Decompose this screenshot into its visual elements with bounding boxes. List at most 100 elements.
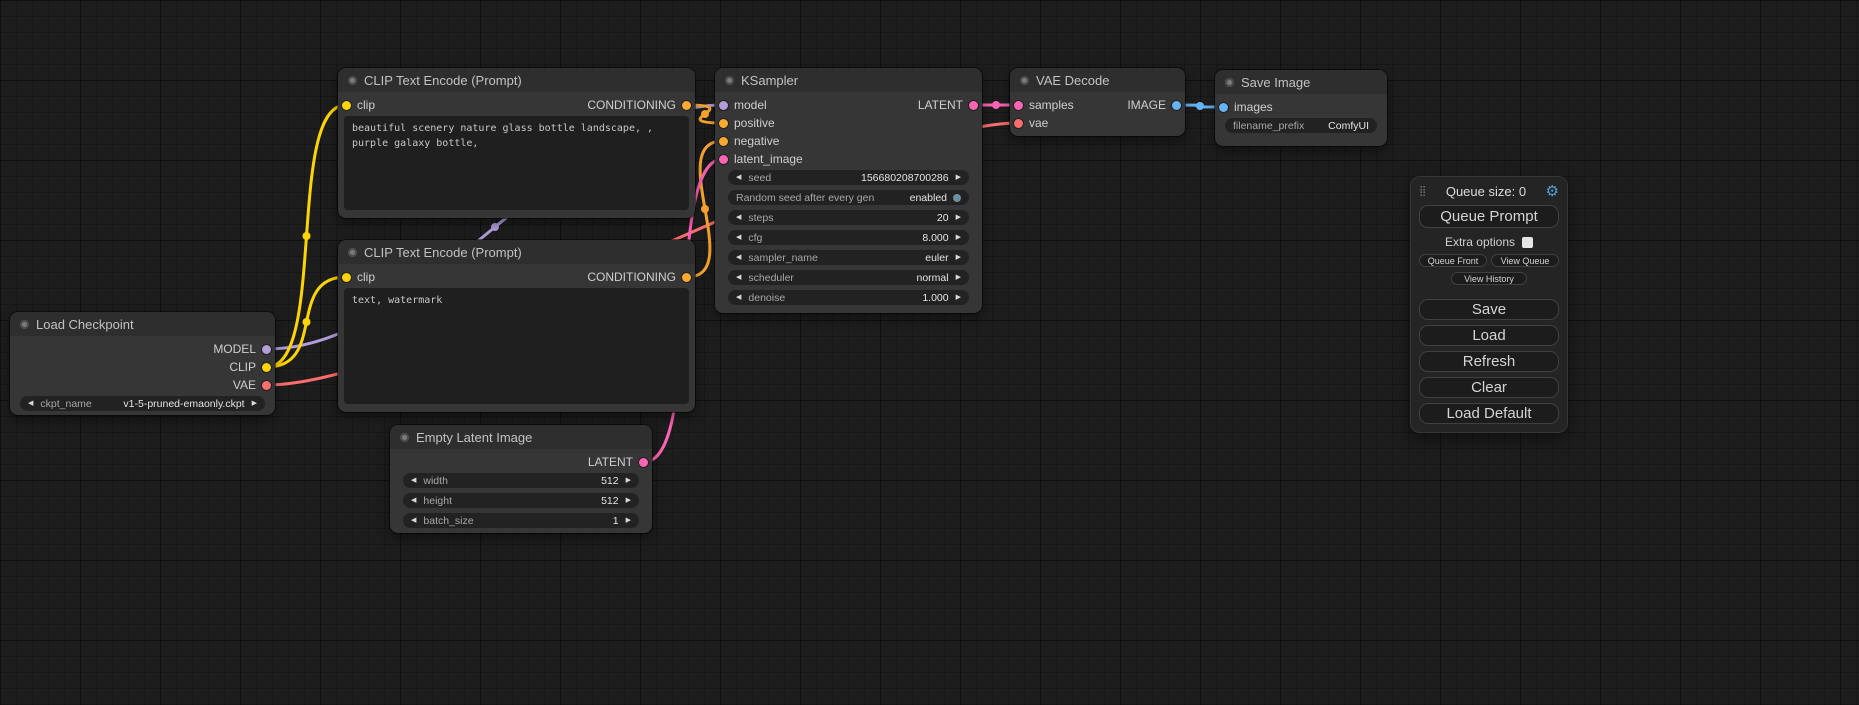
node-empty-latent-image[interactable]: Empty Latent Image LATENT width 512 heig… bbox=[390, 425, 652, 533]
node-title-bar[interactable]: Save Image bbox=[1215, 70, 1387, 94]
increment-arrow-icon[interactable] bbox=[956, 294, 961, 301]
output-slot-conditioning[interactable]: CONDITIONING bbox=[587, 270, 691, 284]
output-slot-image[interactable]: IMAGE bbox=[1127, 98, 1181, 112]
clip-output-dot[interactable] bbox=[262, 363, 271, 372]
positive-input-dot[interactable] bbox=[719, 119, 728, 128]
output-slot-latent[interactable]: LATENT bbox=[390, 453, 652, 471]
ckpt-name-widget[interactable]: ckpt_name v1-5-pruned-emaonly.ckpt bbox=[20, 396, 265, 411]
increment-arrow-icon[interactable] bbox=[956, 254, 961, 261]
increment-arrow-icon[interactable] bbox=[626, 497, 631, 504]
conditioning-output-dot[interactable] bbox=[682, 273, 691, 282]
wire-clip-to-negative-prompt[interactable] bbox=[267, 277, 346, 367]
steps-widget[interactable]: steps 20 bbox=[728, 210, 969, 225]
prompt-textarea[interactable]: beautiful scenery nature glass bottle la… bbox=[344, 116, 689, 210]
vae-input-dot[interactable] bbox=[1014, 119, 1023, 128]
increment-arrow-icon[interactable] bbox=[956, 234, 961, 241]
toggle-dot-icon[interactable] bbox=[953, 194, 961, 202]
input-slot-latent-image[interactable]: latent_image bbox=[715, 150, 982, 168]
node-load-checkpoint[interactable]: Load Checkpoint MODEL CLIP VAE ckpt_name… bbox=[10, 312, 275, 415]
clear-button[interactable]: Clear bbox=[1419, 377, 1559, 398]
output-slot-vae[interactable]: VAE bbox=[10, 376, 275, 394]
queue-front-button[interactable]: Queue Front bbox=[1419, 254, 1487, 267]
refresh-button[interactable]: Refresh bbox=[1419, 351, 1559, 372]
view-queue-button[interactable]: View Queue bbox=[1491, 254, 1559, 267]
input-slot-negative[interactable]: negative bbox=[715, 132, 982, 150]
decrement-arrow-icon[interactable] bbox=[411, 477, 416, 484]
view-history-button[interactable]: View History bbox=[1451, 272, 1527, 285]
model-input-dot[interactable] bbox=[719, 101, 728, 110]
prompt-textarea[interactable]: text, watermark bbox=[344, 288, 689, 404]
latent-output-dot[interactable] bbox=[969, 101, 978, 110]
seed-widget[interactable]: seed 156680208700286 bbox=[728, 170, 969, 185]
increment-arrow-icon[interactable] bbox=[626, 477, 631, 484]
increment-arrow-icon[interactable] bbox=[252, 400, 257, 407]
decrement-arrow-icon[interactable] bbox=[736, 274, 741, 281]
sampler-name-widget[interactable]: sampler_name euler bbox=[728, 250, 969, 265]
wire-clip-to-positive-prompt[interactable] bbox=[267, 105, 346, 367]
input-slot-clip[interactable]: clip bbox=[342, 98, 375, 112]
collapse-dot-icon[interactable] bbox=[20, 320, 29, 329]
node-title-bar[interactable]: CLIP Text Encode (Prompt) bbox=[338, 240, 695, 264]
load-button[interactable]: Load bbox=[1419, 325, 1559, 346]
decrement-arrow-icon[interactable] bbox=[736, 254, 741, 261]
clip-input-dot[interactable] bbox=[342, 273, 351, 282]
node-ksampler[interactable]: KSampler model LATENT positive negative … bbox=[715, 68, 982, 313]
settings-gear-icon[interactable] bbox=[1546, 182, 1559, 200]
input-slot-images[interactable]: images bbox=[1215, 98, 1387, 116]
model-output-dot[interactable] bbox=[262, 345, 271, 354]
collapse-dot-icon[interactable] bbox=[348, 76, 357, 85]
decrement-arrow-icon[interactable] bbox=[411, 517, 416, 524]
node-vae-decode[interactable]: VAE Decode samples IMAGE vae bbox=[1010, 68, 1185, 136]
decrement-arrow-icon[interactable] bbox=[736, 234, 741, 241]
decrement-arrow-icon[interactable] bbox=[28, 400, 33, 407]
input-slot-clip[interactable]: clip bbox=[342, 270, 375, 284]
node-title-bar[interactable]: Empty Latent Image bbox=[390, 425, 652, 449]
latent-image-input-dot[interactable] bbox=[719, 155, 728, 164]
drag-handle-icon[interactable] bbox=[1419, 186, 1426, 197]
input-slot-model[interactable]: model bbox=[719, 98, 767, 112]
increment-arrow-icon[interactable] bbox=[956, 274, 961, 281]
decrement-arrow-icon[interactable] bbox=[736, 214, 741, 221]
increment-arrow-icon[interactable] bbox=[956, 174, 961, 181]
collapse-dot-icon[interactable] bbox=[400, 433, 409, 442]
queue-prompt-button[interactable]: Queue Prompt bbox=[1419, 205, 1559, 228]
scheduler-widget[interactable]: scheduler normal bbox=[728, 270, 969, 285]
input-slot-positive[interactable]: positive bbox=[715, 114, 982, 132]
decrement-arrow-icon[interactable] bbox=[736, 294, 741, 301]
node-title-bar[interactable]: Load Checkpoint bbox=[10, 312, 275, 336]
batch-size-widget[interactable]: batch_size 1 bbox=[403, 513, 639, 528]
comfyui-canvas[interactable]: { "colors": { "model": "#b39ddb", "clip"… bbox=[0, 0, 1859, 705]
collapse-dot-icon[interactable] bbox=[348, 248, 357, 257]
random-seed-toggle-widget[interactable]: Random seed after every gen enabled bbox=[728, 190, 969, 205]
negative-input-dot[interactable] bbox=[719, 137, 728, 146]
node-save-image[interactable]: Save Image images filename_prefix ComfyU… bbox=[1215, 70, 1387, 146]
width-widget[interactable]: width 512 bbox=[403, 473, 639, 488]
output-slot-clip[interactable]: CLIP bbox=[10, 358, 275, 376]
node-title-bar[interactable]: VAE Decode bbox=[1010, 68, 1185, 92]
input-slot-samples[interactable]: samples bbox=[1014, 98, 1074, 112]
load-default-button[interactable]: Load Default bbox=[1419, 403, 1559, 424]
decrement-arrow-icon[interactable] bbox=[736, 174, 741, 181]
conditioning-output-dot[interactable] bbox=[682, 101, 691, 110]
collapse-dot-icon[interactable] bbox=[725, 76, 734, 85]
output-slot-latent[interactable]: LATENT bbox=[918, 98, 978, 112]
collapse-dot-icon[interactable] bbox=[1225, 78, 1234, 87]
cfg-widget[interactable]: cfg 8.000 bbox=[728, 230, 969, 245]
denoise-widget[interactable]: denoise 1.000 bbox=[728, 290, 969, 305]
extra-options-checkbox[interactable] bbox=[1522, 237, 1533, 248]
input-slot-vae[interactable]: vae bbox=[1010, 114, 1185, 132]
samples-input-dot[interactable] bbox=[1014, 101, 1023, 110]
collapse-dot-icon[interactable] bbox=[1020, 76, 1029, 85]
output-slot-model[interactable]: MODEL bbox=[10, 340, 275, 358]
increment-arrow-icon[interactable] bbox=[626, 517, 631, 524]
filename-prefix-widget[interactable]: filename_prefix ComfyUI bbox=[1225, 118, 1377, 133]
node-clip-text-encode-negative[interactable]: CLIP Text Encode (Prompt) clip CONDITION… bbox=[338, 240, 695, 412]
node-title-bar[interactable]: CLIP Text Encode (Prompt) bbox=[338, 68, 695, 92]
height-widget[interactable]: height 512 bbox=[403, 493, 639, 508]
node-clip-text-encode-positive[interactable]: CLIP Text Encode (Prompt) clip CONDITION… bbox=[338, 68, 695, 218]
clip-input-dot[interactable] bbox=[342, 101, 351, 110]
image-output-dot[interactable] bbox=[1172, 101, 1181, 110]
images-input-dot[interactable] bbox=[1219, 103, 1228, 112]
output-slot-conditioning[interactable]: CONDITIONING bbox=[587, 98, 691, 112]
decrement-arrow-icon[interactable] bbox=[411, 497, 416, 504]
